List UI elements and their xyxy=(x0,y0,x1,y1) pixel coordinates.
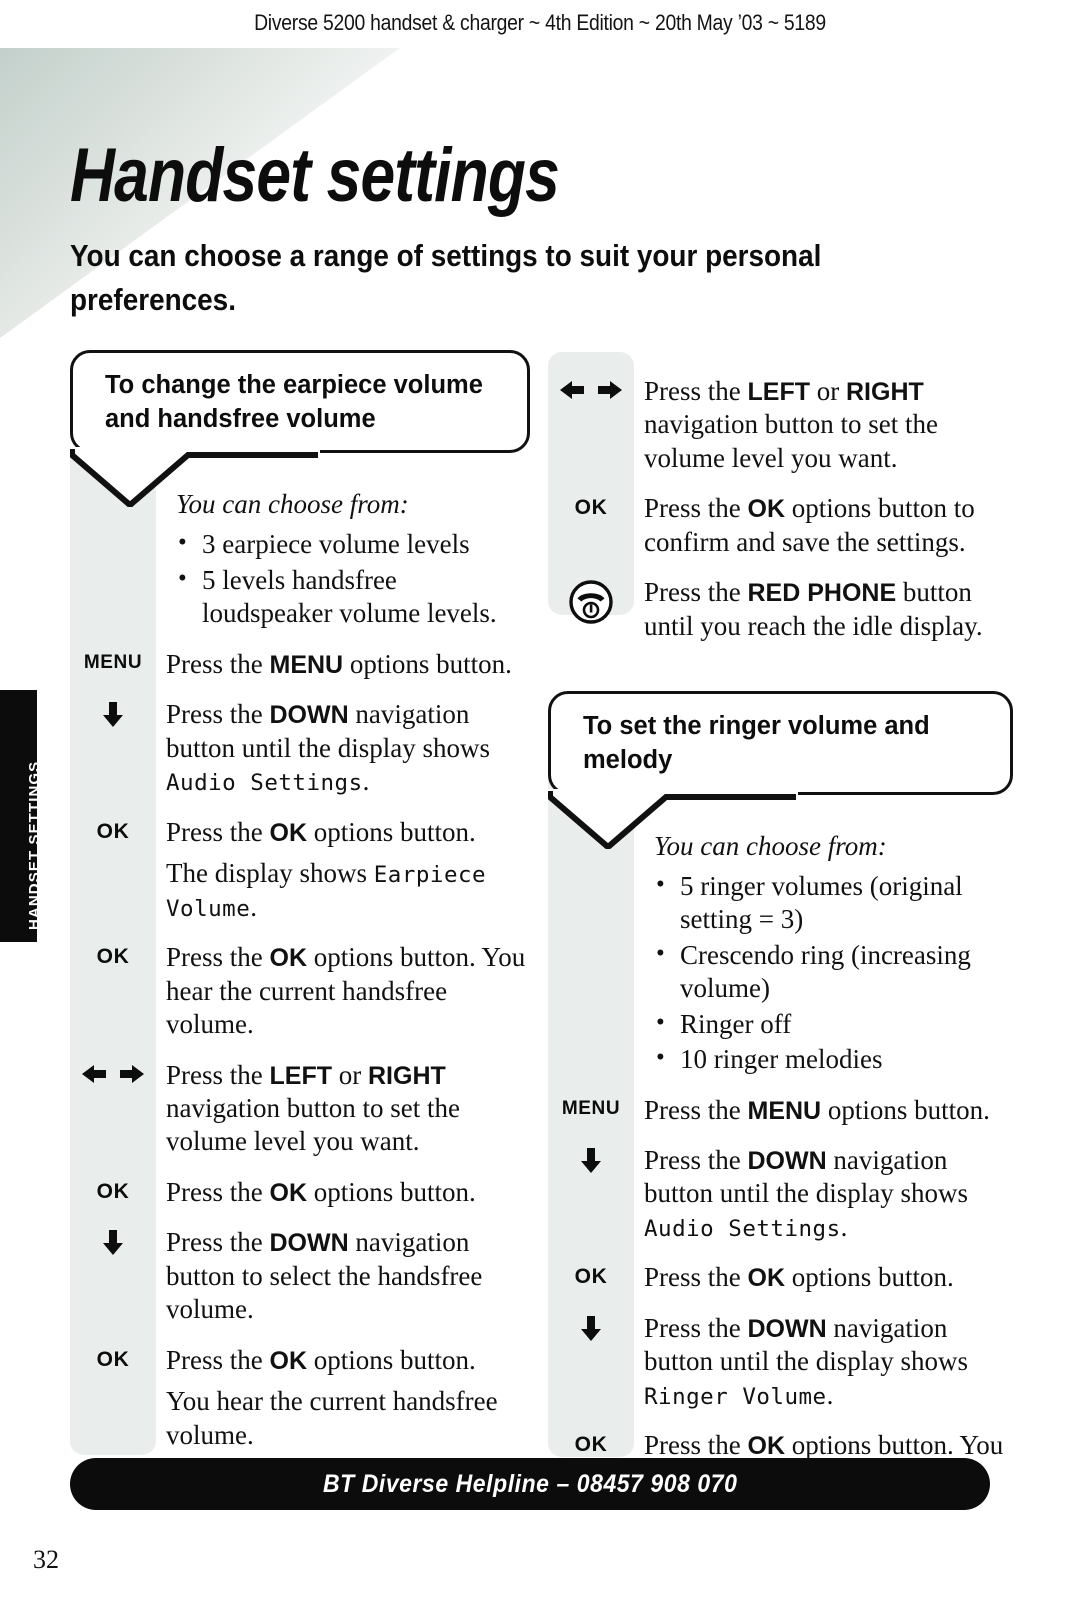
callout-ringer-volume: To set the ringer volume and melody xyxy=(547,691,1013,849)
choose-from-block-right: You can choose from: 5 ringer volumes (o… xyxy=(548,829,1013,1077)
right-bottom-steps: You can choose from: 5 ringer volumes (o… xyxy=(548,829,1013,1497)
red-phone-button-icon xyxy=(569,580,613,625)
instruction-text: Press the DOWN navigation button to sele… xyxy=(166,1227,483,1325)
instruction-row: OK Press the OK options button to confirm… xyxy=(548,492,1013,559)
list-item: Ringer off xyxy=(654,1007,1013,1041)
page-number: 32 xyxy=(33,1545,59,1574)
empty-icon-cell xyxy=(70,857,156,861)
arrow-down-icon xyxy=(103,1230,123,1256)
right-bottom-step-rows: MENU Press the MENU options button. Press … xyxy=(548,1094,1013,1497)
instruction-text: Press the MENU options button. xyxy=(644,1094,990,1125)
left-column-steps: You can choose from: 3 earpiece volume l… xyxy=(70,487,530,1452)
instruction-row: OK Press the OK options button. xyxy=(548,1261,1013,1294)
choose-intro-left: You can choose from: xyxy=(176,489,409,520)
button-label-ok: OK xyxy=(574,1433,608,1457)
instruction-text: Press the OK options button. xyxy=(166,1344,476,1375)
running-head: Diverse 5200 handset & charger ~ 4th Edi… xyxy=(254,10,826,35)
callout-earpiece-volume-text: To change the earpiece volume and handsf… xyxy=(105,371,483,433)
button-label-ok: OK xyxy=(96,945,130,969)
instruction-row: OK Press the OK options button. xyxy=(70,816,530,849)
callout-ringer-volume-text: To set the ringer volume and melody xyxy=(583,712,930,774)
arrow-down-icon-cell xyxy=(70,698,156,728)
button-label-ok: OK xyxy=(96,1179,130,1203)
instruction-row: Press the LEFT or RIGHT navigation butto… xyxy=(548,375,1013,475)
chapter-side-tab: HANDSET SETTINGS xyxy=(0,690,43,942)
left-column: To change the earpiece volume and handsf… xyxy=(69,350,530,1452)
instruction-text: Press the OK options button. xyxy=(166,1176,476,1207)
button-label-ok: OK xyxy=(574,1265,608,1289)
page-subtitle: You can choose a range of settings to su… xyxy=(70,238,822,318)
arrow-down-icon xyxy=(581,1315,601,1341)
callout-earpiece-volume: To change the earpiece volume and handsf… xyxy=(69,350,530,508)
list-item: 3 earpiece volume levels xyxy=(176,527,530,561)
empty-icon-cell xyxy=(70,1385,156,1389)
button-label-menu: MENU xyxy=(83,651,143,673)
arrow-down-icon-cell xyxy=(70,1226,156,1256)
choose-list-right: 5 ringer volumes (original setting = 3) … xyxy=(644,869,1013,1077)
arrow-left-right-icon xyxy=(560,381,622,399)
list-item: 10 ringer melodies xyxy=(654,1042,1013,1076)
instruction-text: You hear the current handsfree volume. xyxy=(166,1386,498,1450)
arrow-down-icon-cell xyxy=(548,1312,634,1342)
left-step-rows: MENU Press the MENU options button. Press … xyxy=(70,648,530,1452)
instruction-text: Press the DOWN navigation button until t… xyxy=(644,1312,968,1410)
helpline-text: BT Diverse Helpline – 08457 908 070 xyxy=(322,1469,738,1498)
button-label-menu: MENU xyxy=(561,1097,621,1119)
arrow-left-right-icon-cell xyxy=(548,375,634,401)
arrow-left-right-icon xyxy=(82,1064,144,1083)
right-top-step-rows: Press the LEFT or RIGHT navigation butto… xyxy=(548,375,1013,643)
instruction-row: OK Press the OK options button. xyxy=(70,1176,530,1209)
instruction-text: Press the DOWN navigation button until t… xyxy=(166,699,490,797)
instruction-text: Press the DOWN navigation button until t… xyxy=(644,1144,968,1242)
instruction-row: Press the DOWN navigation button until t… xyxy=(548,1144,1013,1244)
arrow-left-right-icon-cell xyxy=(70,1059,156,1085)
instruction-text: Press the LEFT or RIGHT navigation butto… xyxy=(166,1059,460,1157)
instruction-text: Press the OK options button to confirm a… xyxy=(644,493,975,557)
instruction-text: Press the LEFT or RIGHT navigation butto… xyxy=(644,376,938,473)
instruction-row: OK Press the OK options button. xyxy=(70,1344,530,1377)
instruction-row: OK Press the OK options button. You hear … xyxy=(70,941,530,1041)
red-phone-icon-cell xyxy=(548,576,634,625)
instruction-row: MENU Press the MENU options button. xyxy=(548,1094,1013,1127)
instruction-row: Press the DOWN navigation button to sele… xyxy=(70,1226,530,1326)
instruction-row: The display shows Earpiece Volume. xyxy=(70,857,530,924)
right-column: Press the LEFT or RIGHT navigation butto… xyxy=(547,350,1013,1497)
button-label-ok: OK xyxy=(96,1347,130,1371)
arrow-down-icon xyxy=(581,1147,601,1173)
instruction-text: Press the OK options button. xyxy=(166,816,476,847)
instruction-text: Press the OK options button. xyxy=(644,1262,954,1293)
right-top-steps: Press the LEFT or RIGHT navigation butto… xyxy=(548,350,1013,643)
arrow-down-icon xyxy=(103,702,123,728)
instruction-row: Press the DOWN navigation button until t… xyxy=(548,1312,1013,1412)
instruction-row: Press the LEFT or RIGHT navigation butto… xyxy=(70,1059,530,1159)
list-item: 5 levels handsfree loudspeaker volume le… xyxy=(176,563,530,631)
arrow-down-icon-cell xyxy=(548,1144,634,1174)
instruction-row: MENU Press the MENU options button. xyxy=(70,648,530,681)
choose-from-block-left: You can choose from: 3 earpiece volume l… xyxy=(70,487,530,631)
instruction-row: You hear the current handsfree volume. xyxy=(70,1385,530,1452)
choose-intro-right: You can choose from: xyxy=(654,830,887,861)
helpline-banner: BT Diverse Helpline – 08457 908 070 xyxy=(70,1458,990,1510)
button-label-ok: OK xyxy=(96,819,130,843)
instruction-text: Press the OK options button. You hear th… xyxy=(166,942,526,1040)
button-label-ok: OK xyxy=(574,496,608,520)
choose-list-left: 3 earpiece volume levels 5 levels handsf… xyxy=(166,527,530,631)
page-title-block: Handset settings You can choose a range … xyxy=(70,133,990,322)
instruction-row: Press the DOWN navigation button until t… xyxy=(70,698,530,798)
list-item: Crescendo ring (increasing volume) xyxy=(654,938,1013,1006)
list-item: 5 ringer volumes (original setting = 3) xyxy=(654,869,1013,937)
instruction-text: Press the MENU options button. xyxy=(166,648,512,679)
instruction-text: The display shows Earpiece Volume. xyxy=(166,858,487,922)
instruction-row: Press the RED PHONE button until you rea… xyxy=(548,576,1013,643)
chapter-side-tab-label: HANDSET SETTINGS xyxy=(26,760,43,930)
instruction-text: Press the RED PHONE button until you rea… xyxy=(644,577,983,641)
page-title: Handset settings xyxy=(70,133,560,218)
